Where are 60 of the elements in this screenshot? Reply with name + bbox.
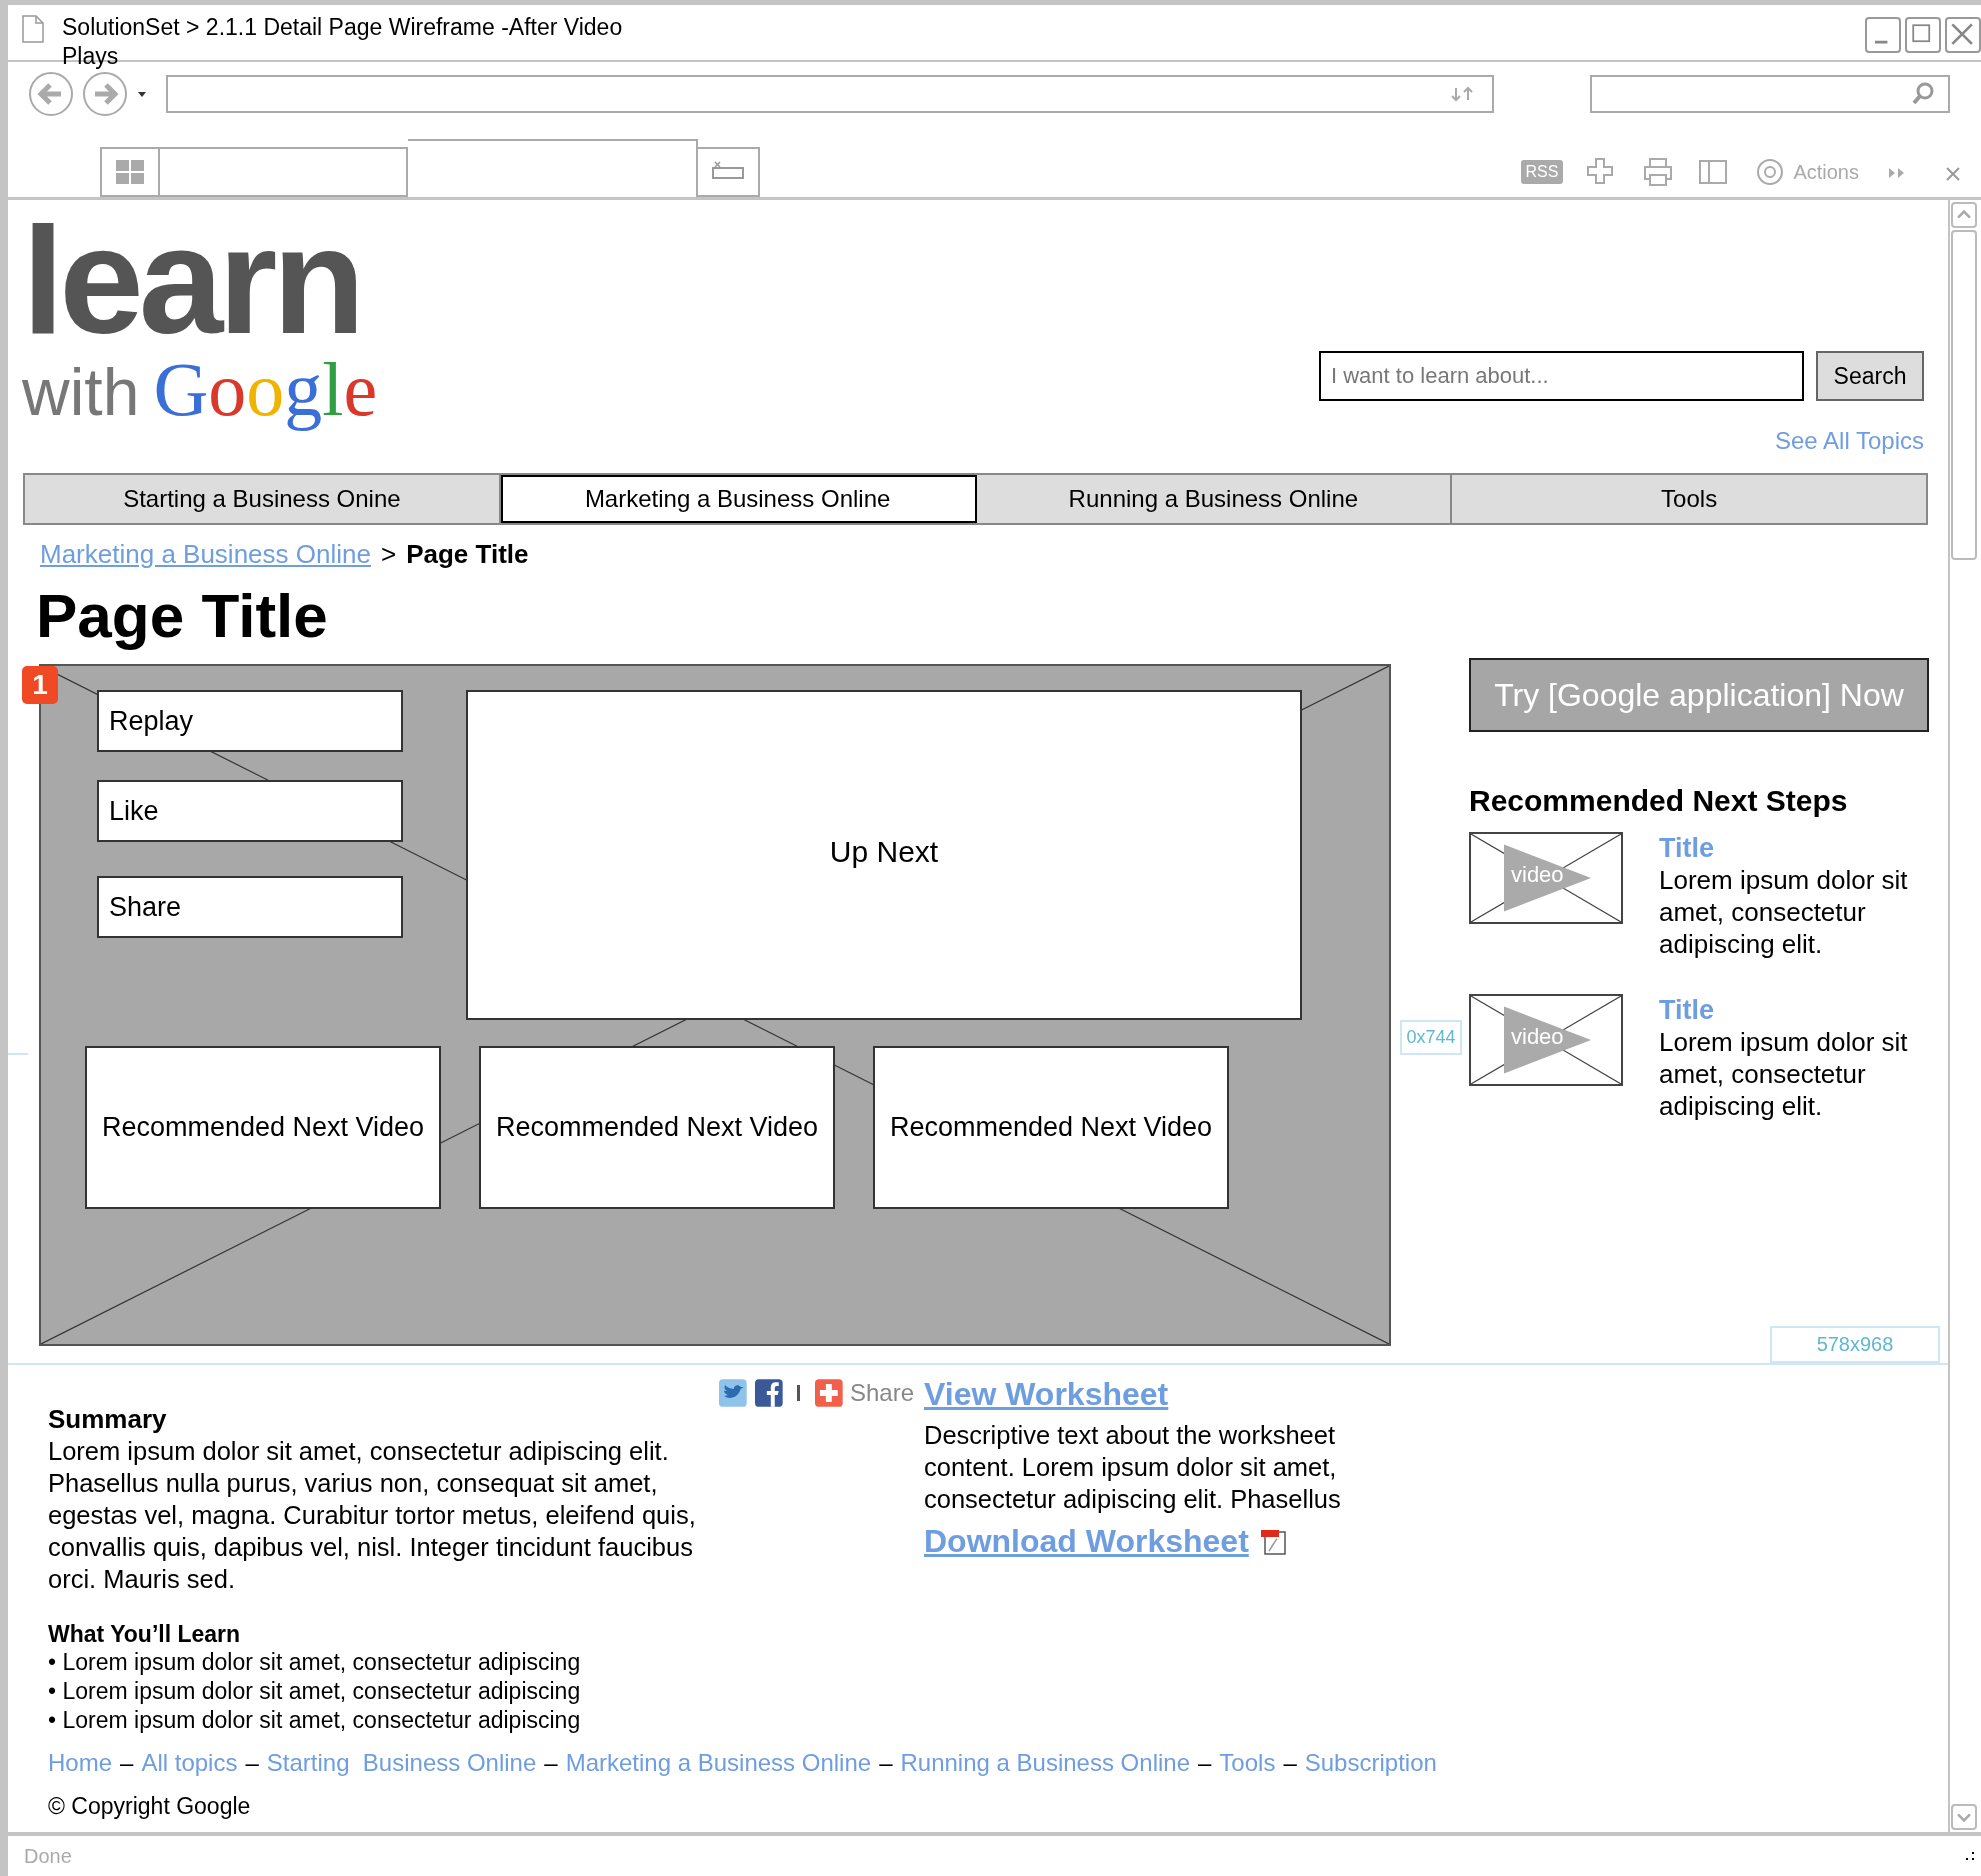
footer-separator: – [120, 1749, 134, 1777]
recommended-video-tile[interactable]: Recommended Next Video [85, 1046, 441, 1209]
video-thumbnail[interactable]: video [1469, 994, 1623, 1086]
copyright-text: © Copyright Google [47, 1793, 252, 1820]
step-title-link[interactable]: Title [1659, 994, 1929, 1026]
guide-label: 578x968 [1770, 1326, 1940, 1363]
view-worksheet-link[interactable]: View Worksheet [924, 1376, 1394, 1413]
share-link[interactable]: Share [849, 1379, 914, 1407]
step-title-link[interactable]: Title [1659, 832, 1929, 864]
video-action-button[interactable]: Like [97, 780, 403, 842]
footer-separator: – [879, 1749, 893, 1777]
summary-text: Lorem ipsum dolor sit amet, consectetur adipiscing elit. Phasellus nulla purus, varius non, consequat sit amet, egestas vel, magna. Curabitur tortor metus, eleifend quis, convallis quis, dapibus vel, nisl. Integer tincidunt faucibus orci. Mauris sed. [48, 1436, 697, 1595]
footer-link[interactable]: Tools [1219, 1749, 1276, 1777]
recommended-video-tile[interactable]: Recommended Next Video [873, 1046, 1229, 1209]
rss-button[interactable]: RSS [1520, 160, 1564, 184]
bullet-item: • Lorem ipsum dolor sit amet, consectetur adipiscing [48, 1648, 582, 1677]
footer-link[interactable]: Starting Business Online [266, 1749, 537, 1777]
logo-text: with [22, 354, 140, 430]
footer-link[interactable]: Running a Business Online [900, 1749, 1190, 1777]
breadcrumb-current: Page Title [406, 539, 529, 570]
video-action-button[interactable]: Replay [97, 690, 403, 752]
worksheet-description: Descriptive text about the worksheet content. Lorem ipsum dolor sit amet, consectetur adipiscing elit. Phasellus [924, 1420, 1342, 1515]
footer-link[interactable]: Subscription [1304, 1749, 1437, 1777]
breadcrumb-link[interactable]: Marketing a Business Online [40, 539, 371, 570]
breadcrumb-separator: > [380, 539, 397, 570]
learn-heading: What You’ll Learn [48, 1621, 242, 1648]
search-button[interactable]: Search [1816, 351, 1924, 401]
footer-separator: – [1198, 1749, 1212, 1777]
bullet-item: • Lorem ipsum dolor sit amet, consectetur adipiscing [48, 1706, 582, 1735]
video-thumbnail[interactable]: video [1469, 832, 1623, 924]
step-description: Lorem ipsum dolor sit amet, consectetur adipiscing elit. [1659, 864, 1909, 960]
section-heading: Recommended Next Steps [1469, 784, 1849, 818]
nav-tab[interactable]: Starting a Business Onine [25, 475, 501, 523]
footer-link[interactable]: Marketing a Business Online [565, 1749, 872, 1777]
up-next-panel[interactable]: Up Next [466, 690, 1302, 1020]
nav-tab[interactable]: Running a Business Online [976, 475, 1453, 523]
search-field[interactable]: I want to learn about... [1319, 351, 1804, 401]
footer-link[interactable]: Home [48, 1749, 113, 1777]
try-now-button[interactable]: Try [Google application] Now [1469, 658, 1929, 732]
nav-tab[interactable]: Tools [1452, 475, 1926, 523]
see-all-topics-link[interactable]: See All Topics [1775, 427, 1924, 455]
recommended-video-tile[interactable]: Recommended Next Video [479, 1046, 835, 1209]
bullet-item: • Lorem ipsum dolor sit amet, consectetur adipiscing [48, 1677, 582, 1706]
thumbnail-label: video [1511, 1024, 1564, 1050]
footer-separator: – [1283, 1749, 1297, 1777]
actions-menu[interactable]: Actions [1793, 160, 1859, 184]
nav-tab[interactable]: Marketing a Business Online [500, 475, 977, 523]
footer-separator: – [245, 1749, 259, 1777]
summary-heading: Summary [48, 1404, 168, 1435]
video-action-button[interactable]: Share [97, 876, 403, 938]
window-title: SolutionSet > 2.1.1 Detail Page Wireframe -After Video Plays [62, 13, 624, 71]
footer-link[interactable]: All topics [141, 1749, 238, 1777]
step-description: Lorem ipsum dolor sit amet, consectetur adipiscing elit. [1659, 1026, 1909, 1122]
footer-separator: – [544, 1749, 558, 1777]
annotation-badge: 1 [22, 666, 58, 704]
page-title: Page Title [36, 580, 329, 652]
thumbnail-label: video [1511, 862, 1564, 888]
guide-label: 0x744 [1400, 1020, 1462, 1055]
status-text: Done [24, 1844, 72, 1868]
download-worksheet-link[interactable]: Download Worksheet [924, 1523, 1249, 1560]
